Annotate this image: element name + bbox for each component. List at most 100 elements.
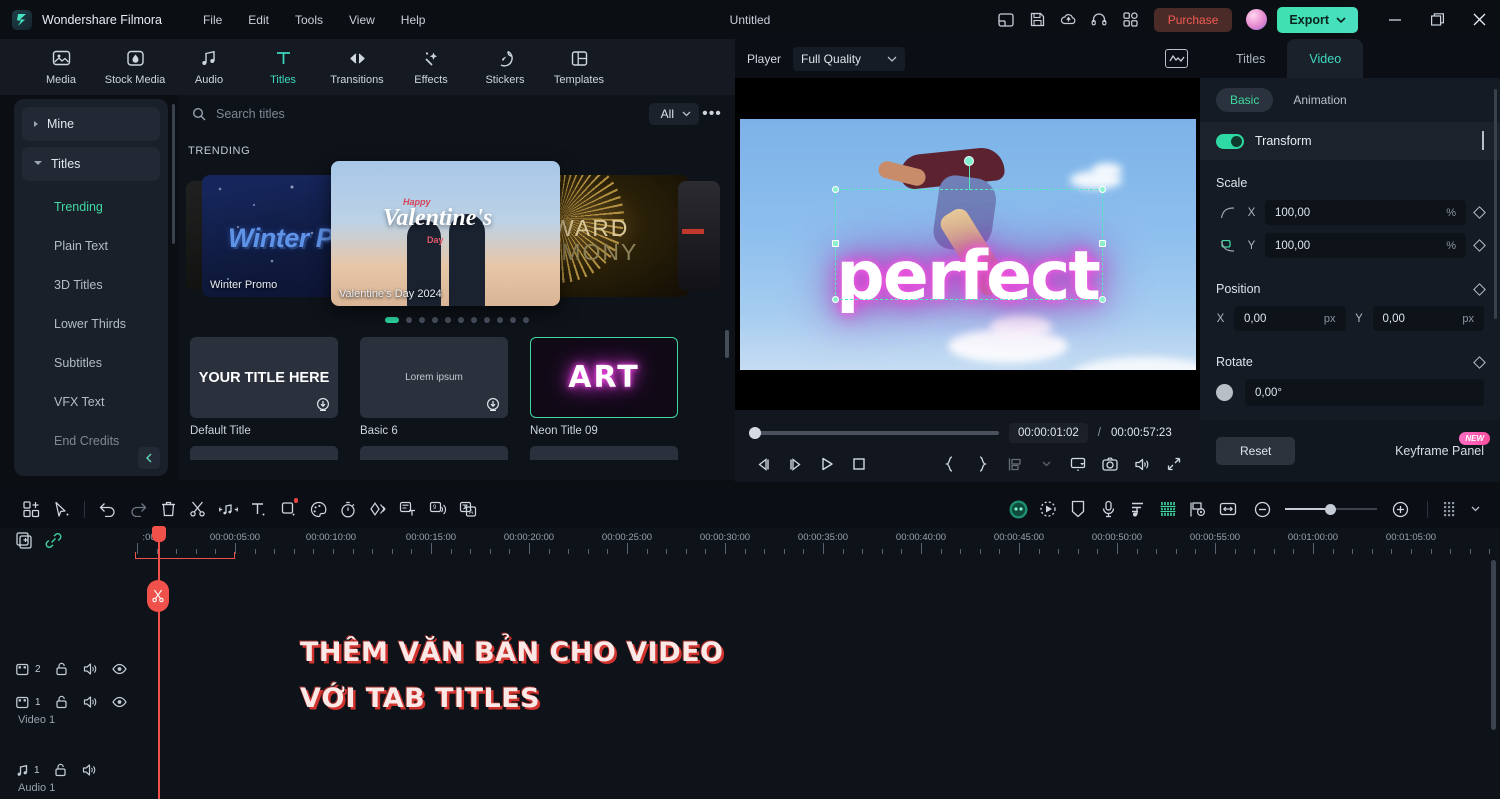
sidebar-collapse-button[interactable]: [138, 447, 160, 469]
title-thumbnail[interactable]: [360, 446, 508, 460]
mute-track-button[interactable]: [82, 763, 97, 777]
carousel-card-valentines[interactable]: Happy Valentine's Day Valentine's Day 20…: [331, 161, 560, 306]
tab-titles[interactable]: Titles: [1214, 39, 1287, 78]
translate-button[interactable]: A: [453, 495, 483, 523]
audio-detach-button[interactable]: [213, 495, 243, 523]
headset-support-icon[interactable]: [1084, 4, 1115, 35]
mark-in-button[interactable]: [936, 451, 964, 477]
link-clips-button[interactable]: [45, 532, 62, 549]
nav-effects[interactable]: Effects: [396, 44, 466, 90]
rotate-dial[interactable]: [1216, 384, 1233, 401]
waveform-scope-icon[interactable]: [1165, 49, 1188, 68]
browser-more-button[interactable]: •••: [699, 101, 725, 127]
title-thumbnail[interactable]: [530, 446, 678, 460]
volume-button[interactable]: [1128, 451, 1156, 477]
fullscreen-button[interactable]: [1160, 451, 1188, 477]
auto-caption-button[interactable]: [393, 495, 423, 523]
media-library-button[interactable]: [16, 495, 46, 523]
scale-y-keyframe-icon[interactable]: [1473, 239, 1486, 252]
markers-dropdown[interactable]: [1032, 451, 1060, 477]
position-x-input[interactable]: 0,00 px: [1234, 306, 1346, 331]
carousel-dot[interactable]: [458, 317, 464, 323]
subtab-animation[interactable]: Animation: [1279, 88, 1360, 112]
audio-mixer-button[interactable]: [1123, 495, 1153, 523]
redo-button[interactable]: [123, 495, 153, 523]
nav-titles[interactable]: Titles: [248, 44, 318, 90]
title-card-neon-title-09[interactable]: ART Neon Title 09: [530, 337, 678, 437]
resize-handle-tl[interactable]: [832, 186, 839, 193]
resize-handle-tr[interactable]: [1099, 186, 1106, 193]
scale-lock-toggle[interactable]: [1216, 207, 1238, 219]
timeline-playhead[interactable]: [158, 528, 160, 799]
screenshot-button[interactable]: [1096, 451, 1124, 477]
prev-frame-button[interactable]: [749, 451, 777, 477]
carousel-dot[interactable]: [432, 317, 438, 323]
minimize-button[interactable]: [1374, 0, 1416, 39]
sidebar-item-subtitles[interactable]: Subtitles: [14, 343, 168, 382]
browser-scrollbar[interactable]: [725, 330, 729, 358]
menu-help[interactable]: Help: [390, 9, 437, 31]
speed-button[interactable]: [333, 495, 363, 523]
undo-button[interactable]: [93, 495, 123, 523]
track-manager-dropdown[interactable]: [1466, 495, 1484, 523]
tab-video[interactable]: Video: [1287, 39, 1363, 78]
cloud-upload-icon[interactable]: [1053, 4, 1084, 35]
video-preview[interactable]: perfect: [740, 119, 1196, 370]
title-card-default-title[interactable]: YOUR TITLE HERE Default Title: [190, 337, 338, 437]
title-thumbnail[interactable]: [190, 446, 338, 460]
zoom-slider[interactable]: [1285, 508, 1377, 511]
menu-tools[interactable]: Tools: [284, 9, 334, 31]
resize-handle-br[interactable]: [1099, 296, 1106, 303]
rotate-handle[interactable]: [964, 156, 974, 166]
sidebar-item-trending[interactable]: Trending: [14, 187, 168, 226]
lock-track-button[interactable]: [55, 662, 69, 676]
sidebar-group-mine[interactable]: Mine: [22, 107, 160, 141]
resize-handle-l[interactable]: [832, 240, 839, 247]
user-avatar[interactable]: [1246, 9, 1267, 30]
carousel-card-edge-right[interactable]: [678, 181, 720, 291]
stop-button[interactable]: [845, 451, 873, 477]
zoom-out-button[interactable]: [1247, 495, 1277, 523]
nav-stickers[interactable]: Stickers: [470, 44, 540, 90]
color-button[interactable]: [303, 495, 333, 523]
transform-keyframe-button[interactable]: [1482, 132, 1484, 150]
filter-dropdown[interactable]: All: [649, 103, 699, 125]
properties-scrollbar[interactable]: [1494, 89, 1497, 319]
stabilization-button[interactable]: [1063, 495, 1093, 523]
seek-slider[interactable]: [749, 431, 999, 435]
text-tool-button[interactable]: [243, 495, 273, 523]
track-manager-button[interactable]: [1436, 495, 1466, 523]
carousel-dot[interactable]: [484, 317, 490, 323]
resize-handle-r[interactable]: [1099, 240, 1106, 247]
motion-tracking-button[interactable]: [1033, 495, 1063, 523]
scale-x-keyframe-icon[interactable]: [1473, 206, 1486, 219]
sidebar-item-lower-thirds[interactable]: Lower Thirds: [14, 304, 168, 343]
menu-file[interactable]: File: [192, 9, 233, 31]
carousel-dot[interactable]: [471, 317, 477, 323]
render-preview-button[interactable]: [1153, 495, 1183, 523]
nav-audio[interactable]: Audio: [174, 44, 244, 90]
hide-track-button[interactable]: [112, 696, 127, 708]
transform-toggle[interactable]: [1216, 134, 1244, 149]
play-button[interactable]: [813, 451, 841, 477]
subtab-basic[interactable]: Basic: [1216, 88, 1273, 112]
carousel-dot[interactable]: [497, 317, 503, 323]
text-to-speech-button[interactable]: 9: [423, 495, 453, 523]
carousel-dot[interactable]: [510, 317, 516, 323]
split-button[interactable]: [183, 495, 213, 523]
timeline-vertical-scrollbar[interactable]: [1491, 560, 1496, 730]
select-tool-button[interactable]: [46, 495, 76, 523]
hide-track-button[interactable]: [112, 663, 127, 675]
title-thumbnail[interactable]: YOUR TITLE HERE: [190, 337, 338, 418]
voiceover-button[interactable]: [1093, 495, 1123, 523]
scale-y-input[interactable]: 100,00 %: [1265, 233, 1466, 258]
sidebar-item-plain-text[interactable]: Plain Text: [14, 226, 168, 265]
playhead-handle[interactable]: [152, 526, 166, 542]
nav-stock-media[interactable]: Stock Media: [100, 44, 170, 90]
lock-track-button[interactable]: [54, 763, 68, 777]
position-keyframe-icon[interactable]: [1473, 283, 1486, 296]
sidebar-item-vfx-text[interactable]: VFX Text: [14, 382, 168, 421]
nav-transitions[interactable]: Transitions: [322, 44, 392, 90]
rotate-keyframe-icon[interactable]: [1473, 356, 1486, 369]
crop-button[interactable]: [273, 495, 303, 523]
